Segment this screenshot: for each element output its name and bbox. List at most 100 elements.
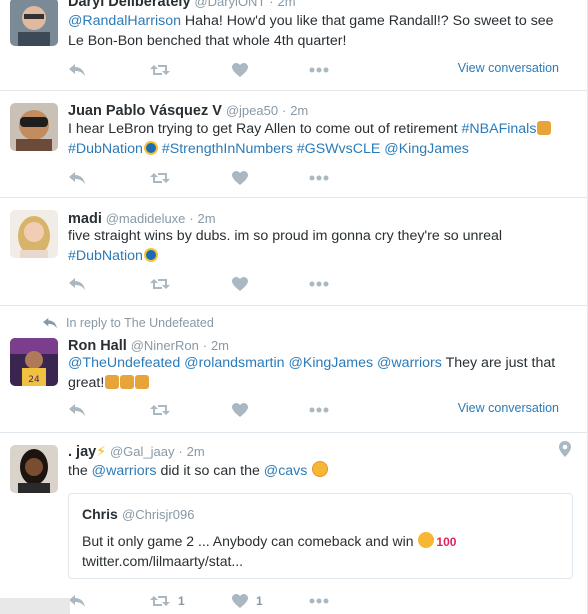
quoted-author-handle: @Chrisjr096 xyxy=(122,507,195,522)
more-icon[interactable] xyxy=(309,169,329,187)
tweet-item[interactable]: madi @madideluxe · 2m five straight wins… xyxy=(0,198,587,306)
tweet-header: Ron Hall @NinerRon · 2m xyxy=(68,336,229,355)
mention-link[interactable]: @warriors xyxy=(377,355,442,371)
like-icon[interactable] xyxy=(232,169,248,187)
smiley-emoji-icon xyxy=(312,461,329,477)
separator: · xyxy=(202,338,208,353)
retweet-icon[interactable] xyxy=(150,275,170,293)
tweet-text-body: did it so can the xyxy=(156,463,264,479)
reply-icon[interactable] xyxy=(68,592,86,610)
hashtag-link[interactable]: #StrengthInNumbers xyxy=(162,141,293,157)
quoted-tweet[interactable]: Chris @Chrisjr096 But it only game 2 ...… xyxy=(68,493,573,579)
avatar[interactable] xyxy=(10,103,58,151)
reply-icon[interactable] xyxy=(68,61,86,79)
tweet-text: @TheUndefeated @rolandsmartin @KingJames… xyxy=(68,354,568,393)
quoted-text-link: twitter.com/lilmaarty/stat... xyxy=(82,553,244,569)
author-handle[interactable]: @Gal_jaay xyxy=(110,444,175,459)
warriors-logo-icon xyxy=(143,140,158,155)
author-handle[interactable]: @NinerRon xyxy=(131,338,199,353)
hashtag-link[interactable]: #NBAFinals xyxy=(462,121,537,137)
timestamp[interactable]: 2m xyxy=(278,0,296,9)
reply-context[interactable]: In reply to The Undefeated xyxy=(42,316,214,330)
separator: · xyxy=(189,211,194,226)
author-handle[interactable]: @madideluxe xyxy=(106,211,186,226)
mention-link[interactable]: @KingJames xyxy=(384,141,469,157)
like-icon[interactable] xyxy=(232,401,248,419)
retweet-icon[interactable] xyxy=(150,401,170,419)
mention-link[interactable]: @TheUndefeated xyxy=(68,355,180,371)
author-handle[interactable]: @jpea50 xyxy=(226,103,278,118)
trophy-emoji-icon xyxy=(135,374,150,389)
retweet-count: 1 xyxy=(178,594,185,608)
tweet-header: Daryl Deliberately @DarylONT · 2m xyxy=(68,0,296,11)
author-handle[interactable]: @DarylONT xyxy=(194,0,265,9)
like-count: 1 xyxy=(256,594,263,608)
author-name[interactable]: Juan Pablo Vásquez V xyxy=(68,103,222,119)
hashtag-link[interactable]: #DubNation xyxy=(68,248,143,264)
tweet-actions: View conversation xyxy=(68,61,573,79)
tweet-text-body: five straight wins by dubs. im so proud … xyxy=(68,228,503,244)
mention-link[interactable]: @RandalHarrison xyxy=(68,13,181,29)
author-name[interactable]: Ron Hall xyxy=(68,338,127,354)
trophy-emoji-icon xyxy=(105,374,120,389)
avatar[interactable] xyxy=(10,210,58,258)
location-pin-icon[interactable] xyxy=(559,441,571,462)
mention-link[interactable]: @rolandsmartin xyxy=(184,355,284,371)
retweet-icon[interactable] xyxy=(150,61,170,79)
svg-text:24: 24 xyxy=(28,375,40,385)
like-icon[interactable] xyxy=(232,61,248,79)
retweet-icon[interactable]: 1 xyxy=(150,592,185,610)
hundred-emoji-icon: 100 xyxy=(436,535,457,549)
separator: · xyxy=(269,0,274,9)
laughing-emoji-icon xyxy=(418,532,435,548)
tweet-text: @RandalHarrison Haha! How'd you like tha… xyxy=(68,12,568,51)
separator: · xyxy=(178,444,183,459)
author-name[interactable]: madi xyxy=(68,211,102,227)
reply-icon[interactable] xyxy=(68,275,86,293)
timestamp[interactable]: 2m xyxy=(211,338,229,353)
trophy-emoji-icon xyxy=(120,374,135,389)
avatar[interactable]: 24 xyxy=(10,338,58,386)
quoted-text-line: But it only game 2 ... Anybody can comeb… xyxy=(82,533,414,549)
retweet-icon[interactable] xyxy=(150,169,170,187)
avatar[interactable] xyxy=(10,445,58,493)
trophy-emoji-icon xyxy=(537,121,552,135)
lightning-emoji-icon: ⚡ xyxy=(96,443,107,459)
tweet-item[interactable]: In reply to The Undefeated 24 Ron Hall @… xyxy=(0,306,587,433)
tweet-header: madi @madideluxe · 2m xyxy=(68,209,216,228)
mention-link[interactable]: @warriors xyxy=(92,463,157,479)
like-icon[interactable] xyxy=(232,275,248,293)
timestamp[interactable]: 2m xyxy=(290,103,308,118)
view-conversation-link[interactable]: View conversation xyxy=(458,401,559,415)
tweet-actions: 1 1 xyxy=(68,592,573,610)
mention-link[interactable]: @KingJames xyxy=(288,355,373,371)
like-icon[interactable]: 1 xyxy=(232,592,263,610)
tweet-item[interactable]: Daryl Deliberately @DarylONT · 2m @Randa… xyxy=(0,0,587,91)
more-icon[interactable] xyxy=(309,61,329,79)
reply-icon xyxy=(43,317,57,329)
tweet-text: the @warriors did it so can the @cavs xyxy=(68,461,568,482)
tweet-text-body: the xyxy=(68,463,92,479)
more-icon[interactable] xyxy=(309,592,329,610)
scrollbar-corner xyxy=(0,598,70,614)
tweet-timeline: Daryl Deliberately @DarylONT · 2m @Randa… xyxy=(0,0,588,614)
reply-context-text: In reply to The Undefeated xyxy=(66,316,214,330)
reply-icon[interactable] xyxy=(68,169,86,187)
timestamp[interactable]: 2m xyxy=(187,444,205,459)
tweet-item[interactable]: Juan Pablo Vásquez V @jpea50 · 2m I hear… xyxy=(0,91,587,198)
author-name[interactable]: . jay xyxy=(68,444,96,460)
mention-link[interactable]: @cavs xyxy=(264,463,308,479)
more-icon[interactable] xyxy=(309,275,329,293)
view-conversation-link[interactable]: View conversation xyxy=(458,61,559,75)
avatar[interactable] xyxy=(10,0,58,46)
tweet-header: Juan Pablo Vásquez V @jpea50 · 2m xyxy=(68,101,308,120)
warriors-logo-icon xyxy=(143,247,158,262)
tweet-item[interactable]: . jay⚡ @Gal_jaay · 2m the @warriors did … xyxy=(0,433,587,614)
hashtag-link[interactable]: #DubNation xyxy=(68,141,143,157)
timestamp[interactable]: 2m xyxy=(198,211,216,226)
reply-icon[interactable] xyxy=(68,401,86,419)
author-name[interactable]: Daryl Deliberately xyxy=(68,0,191,10)
hashtag-link[interactable]: #GSWvsCLE xyxy=(297,141,381,157)
quoted-tweet-text: But it only game 2 ... Anybody can comeb… xyxy=(82,532,552,571)
more-icon[interactable] xyxy=(309,401,329,419)
